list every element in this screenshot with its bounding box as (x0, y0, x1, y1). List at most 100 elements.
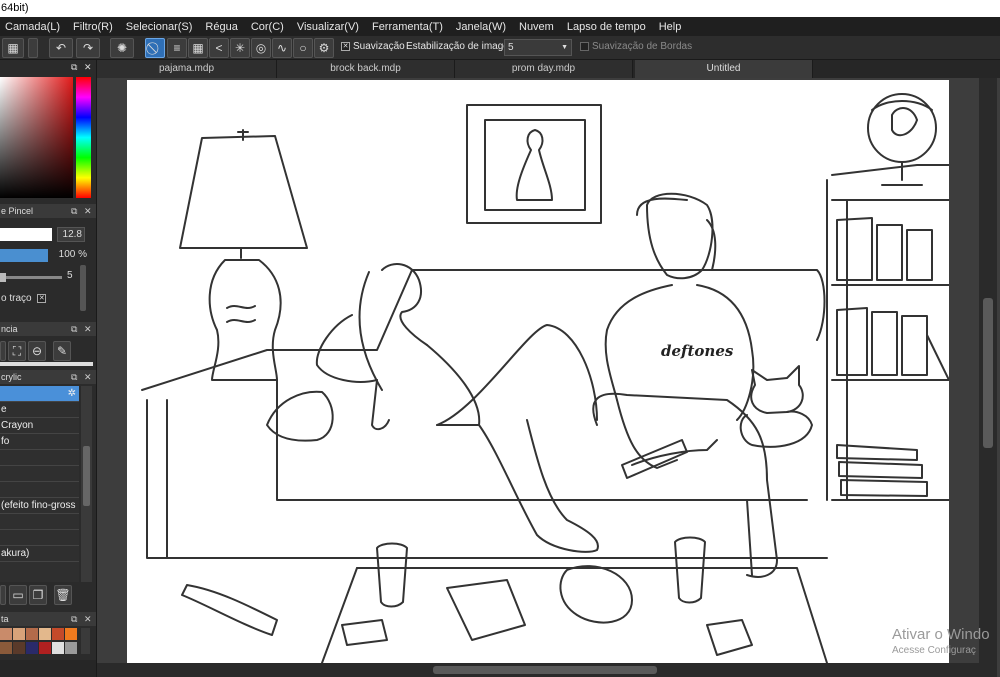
canvas[interactable]: deftones (127, 80, 949, 663)
menu-janela[interactable]: Janela(W) (456, 21, 506, 33)
snap-perspective-button[interactable]: < (209, 38, 229, 58)
brush-opacity-value[interactable]: 100 % (52, 249, 87, 260)
color-swatch[interactable] (39, 641, 51, 654)
tab-brock-back[interactable]: brock back.mdp (277, 60, 455, 78)
color-swatch[interactable] (0, 628, 12, 640)
brush-item[interactable] (0, 466, 79, 482)
brush-item[interactable]: fo (0, 434, 79, 450)
globe-sketch (867, 93, 937, 186)
color-swatch[interactable] (26, 641, 38, 654)
color-swatch[interactable] (26, 628, 38, 640)
color-swatch[interactable] (52, 628, 64, 640)
menu-ferramenta[interactable]: Ferramenta(T) (372, 21, 443, 33)
color-swatch[interactable] (65, 641, 77, 654)
hue-slider[interactable] (76, 77, 91, 198)
popout-icon[interactable]: ⧉ (71, 322, 77, 336)
menu-filtro[interactable]: Filtro(R) (73, 21, 113, 33)
undo-button[interactable]: ↶ (49, 38, 73, 58)
brush-item[interactable]: (efeito fino-gross (0, 498, 79, 514)
menu-nuvem[interactable]: Nuvem (519, 21, 554, 33)
snap-radial-button[interactable]: ✳ (230, 38, 250, 58)
menu-regua[interactable]: Régua (205, 21, 237, 33)
snap-parallel-button[interactable]: ≡ (167, 38, 187, 58)
scroll-thumb[interactable] (83, 446, 90, 506)
snap-curve-button[interactable]: ∿ (272, 38, 292, 58)
color-swatch[interactable] (0, 641, 12, 654)
color-swatch[interactable] (65, 628, 77, 640)
girl-sketch (315, 263, 599, 553)
toolbar-grip[interactable] (28, 38, 38, 58)
brush-list-scrollbar[interactable] (81, 386, 92, 582)
gear-icon[interactable]: ✲ (68, 386, 76, 401)
eyedropper-button[interactable]: ✎ (53, 341, 71, 361)
scroll-thumb[interactable] (433, 666, 657, 674)
close-icon[interactable]: ✕ (84, 322, 92, 336)
brush-item[interactable]: Crayon (0, 418, 79, 434)
brush-list-button[interactable] (0, 585, 6, 605)
color-panel-scrollbar[interactable] (81, 628, 90, 654)
slider-handle[interactable] (0, 273, 6, 282)
color-swatch[interactable] (13, 628, 25, 640)
fit-view-button[interactable]: ⛶ (8, 341, 26, 361)
menu-lapso[interactable]: Lapso de tempo (567, 21, 646, 33)
menu-selecionar[interactable]: Selecionar(S) (126, 21, 193, 33)
brush-item[interactable] (0, 514, 79, 530)
suavizacao-bordas-option[interactable]: Suavização de Bordas (580, 41, 692, 52)
color-swatch[interactable] (39, 628, 51, 640)
brush-item[interactable] (0, 450, 79, 466)
deselect-button[interactable]: ✺ (110, 38, 134, 58)
brush-size-slider[interactable] (0, 228, 52, 241)
zoom-out-button[interactable]: ⊖ (28, 341, 46, 361)
close-icon[interactable]: ✕ (84, 370, 92, 384)
horizontal-scrollbar[interactable] (97, 663, 997, 677)
estabilizacao-select[interactable]: 5 ▼ (504, 39, 572, 56)
snap-grid-button[interactable]: ▦ (188, 38, 208, 58)
lamp-sketch (179, 129, 308, 381)
brush-opacity-slider[interactable] (0, 249, 48, 262)
tab-prom-day[interactable]: prom day.mdp (455, 60, 633, 78)
color-swatch[interactable] (52, 641, 64, 654)
suavizacao-option[interactable]: ✕ Suavização (341, 41, 405, 52)
close-icon[interactable]: ✕ (84, 62, 92, 73)
color-swatches (0, 628, 78, 654)
brush-third-slider[interactable] (0, 273, 62, 282)
brush-item[interactable] (0, 530, 79, 546)
nav-button[interactable] (0, 341, 6, 361)
color-swatch[interactable] (13, 641, 25, 654)
redo-button[interactable]: ↷ (76, 38, 100, 58)
snap-off-button[interactable]: ⃠ (145, 38, 165, 58)
snap-circle-button[interactable]: ○ (293, 38, 313, 58)
color-picker[interactable] (0, 77, 73, 198)
brush-item[interactable]: e (0, 402, 79, 418)
popout-icon[interactable]: ⧉ (71, 204, 77, 218)
brush-delete-button[interactable]: 🗑 (54, 585, 72, 605)
stroke-checkbox[interactable]: ✕ (37, 293, 47, 303)
popout-icon[interactable]: ⧉ (71, 62, 77, 73)
layers-toggle-button[interactable]: ▦ (2, 38, 24, 58)
brush-panel-scrollbar[interactable] (80, 265, 86, 311)
close-icon[interactable]: ✕ (84, 612, 92, 626)
brush-list-header: crylic ⧉ ✕ (0, 370, 96, 384)
tab-pajama[interactable]: pajama.mdp (97, 60, 277, 78)
vertical-scrollbar[interactable] (979, 78, 997, 663)
menu-help[interactable]: Help (659, 21, 682, 33)
brush-item-selected[interactable]: ✲ (0, 386, 79, 402)
snap-concentric-button[interactable]: ◎ (251, 38, 271, 58)
close-icon[interactable]: ✕ (84, 204, 92, 218)
tab-untitled[interactable]: Untitled (635, 60, 813, 78)
brush-size-value[interactable]: 12.8 (57, 227, 85, 242)
brush-folder-button[interactable]: ▭ (9, 585, 27, 605)
scroll-thumb[interactable] (983, 298, 993, 448)
stroke-option[interactable]: o traço ✕ (1, 293, 49, 304)
menu-camada[interactable]: Camada(L) (5, 21, 60, 33)
suavizacao-checkbox[interactable]: ✕ (341, 41, 350, 51)
menu-visualizar[interactable]: Visualizar(V) (297, 21, 359, 33)
suavizacao-bordas-checkbox[interactable] (580, 41, 589, 51)
brush-item[interactable]: akura) (0, 546, 79, 562)
menu-cor[interactable]: Cor(C) (251, 21, 284, 33)
snap-settings-button[interactable]: ⚙ (314, 38, 334, 58)
brush-duplicate-button[interactable]: ❐ (29, 585, 47, 605)
popout-icon[interactable]: ⧉ (71, 612, 77, 626)
popout-icon[interactable]: ⧉ (71, 370, 77, 384)
brush-item[interactable] (0, 482, 79, 498)
